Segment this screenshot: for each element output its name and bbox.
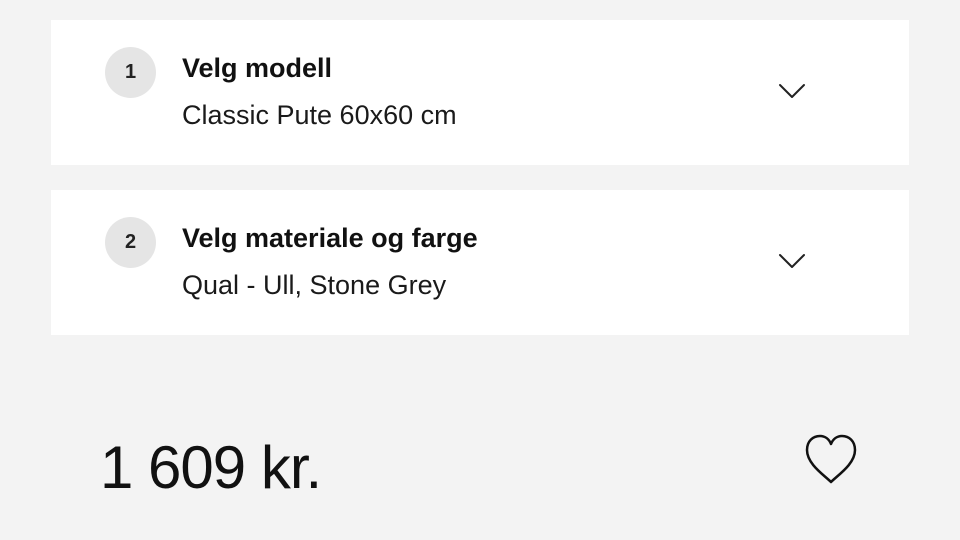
step-card-material-color[interactable]: 2 Velg materiale og farge Qual - Ull, St… [51,190,909,335]
chevron-down-icon[interactable] [778,82,806,100]
step-card-model[interactable]: 1 Velg modell Classic Pute 60x60 cm [51,20,909,165]
step-number-badge: 1 [105,47,156,98]
heart-icon [805,434,857,484]
step-title: Velg modell [182,53,333,83]
step-number-badge: 2 [105,217,156,268]
step-selected-value: Classic Pute 60x60 cm [182,100,457,130]
product-price: 1 609 kr. [100,434,322,501]
step-selected-value: Qual - Ull, Stone Grey [182,270,447,300]
favorite-button[interactable] [802,432,860,486]
step-title: Velg materiale og farge [182,223,478,253]
chevron-down-icon[interactable] [778,252,806,270]
